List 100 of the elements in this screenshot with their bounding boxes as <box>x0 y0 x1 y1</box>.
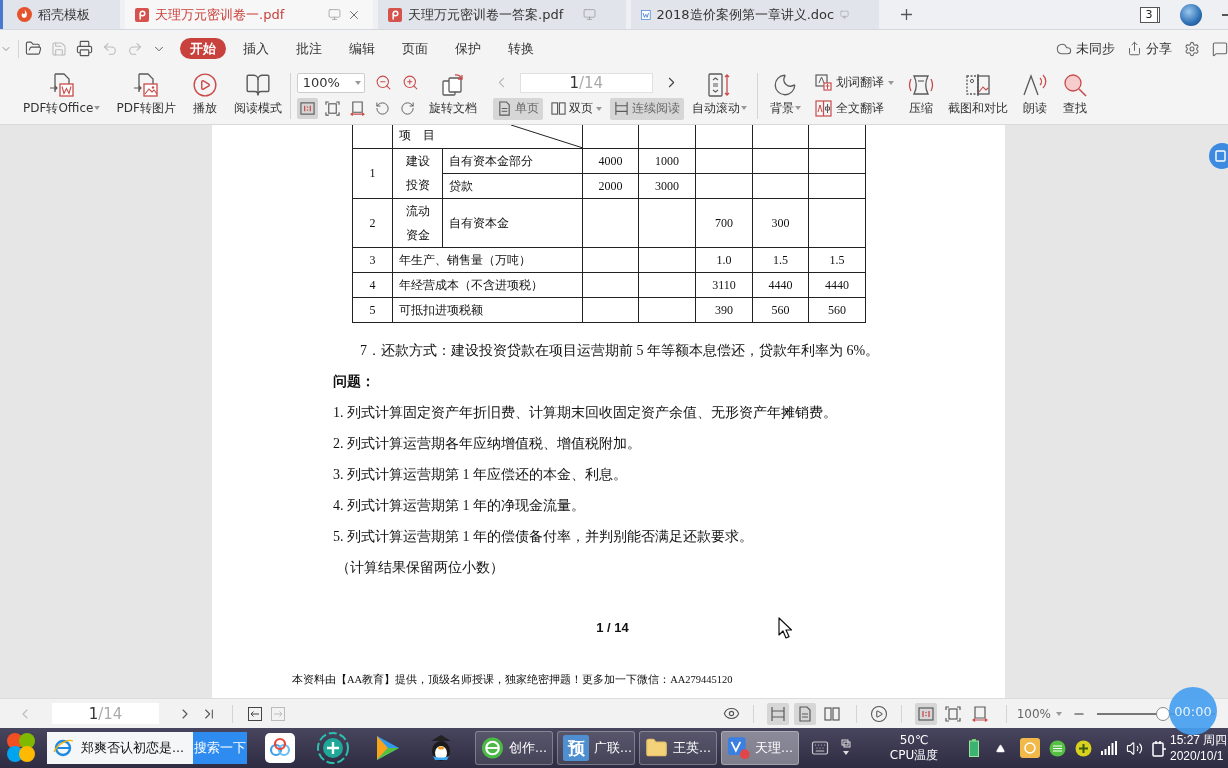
side-panel-icon[interactable] <box>1208 142 1228 170</box>
taskbar-button[interactable]: 天理... <box>721 731 799 765</box>
table-cell: 可抵扣进项税额 <box>392 297 583 322</box>
ring-plus-icon[interactable] <box>317 732 349 764</box>
page-field[interactable]: 1/14 <box>519 72 653 93</box>
toolbar-button[interactable]: 阅读模式 <box>231 69 284 122</box>
rings-app-icon[interactable] <box>265 733 295 763</box>
toolbar-button[interactable]: 自动滚动 <box>689 69 749 122</box>
sync-button[interactable]: 未同步 <box>1056 39 1115 58</box>
toolbar-button[interactable]: 背景 <box>767 69 803 122</box>
layout-button[interactable] <box>793 702 816 725</box>
battery-icon[interactable] <box>969 739 979 757</box>
toolbar-button[interactable]: 压缩 <box>905 69 936 122</box>
toolbar-button[interactable]: 旋转文档 <box>426 69 479 122</box>
back-icon[interactable] <box>248 706 262 721</box>
menu-tab[interactable]: 保护 <box>445 38 491 59</box>
taskbar-button[interactable]: 预 广联... <box>557 731 635 765</box>
caret-icon <box>794 106 801 110</box>
page-field[interactable]: 1/14 <box>52 703 159 724</box>
question-text: 4. 列式计算运营期第 1 年的净现金流量。 <box>333 496 585 515</box>
layout-button[interactable]: 单页 <box>492 97 543 120</box>
tab[interactable]: 天理万元密训卷一.pdf <box>125 0 373 29</box>
taskbar-button[interactable]: 王英... <box>639 731 717 765</box>
table-cell: 2000 <box>582 173 639 198</box>
toolbar-button[interactable]: PDF转Office <box>21 69 103 122</box>
table-cell: 1.0 <box>695 247 753 272</box>
tab[interactable]: 稻壳模板 <box>0 0 120 29</box>
image-convert-icon <box>133 71 160 98</box>
table-cell: 流动资金 <box>392 198 443 247</box>
document-icon <box>641 7 651 22</box>
table-cell: 自有资本金部分 <box>442 148 583 173</box>
menu-tab[interactable]: 开始 <box>180 38 226 59</box>
table-cell: 建设投资 <box>392 148 443 198</box>
share-icon[interactable] <box>1127 41 1142 56</box>
menu-tab[interactable]: 批注 <box>286 38 332 59</box>
play-icon <box>191 71 218 98</box>
menu-tab[interactable]: 插入 <box>233 38 279 59</box>
toolbar-button[interactable]: 朗读 <box>1019 69 1050 122</box>
table-cell: 1.5 <box>808 247 866 272</box>
print-icon[interactable] <box>76 40 93 57</box>
translate-button[interactable]: 全文翻译 <box>814 97 894 120</box>
window-switch-icon[interactable] <box>841 739 851 757</box>
view-tool-button[interactable] <box>296 98 318 119</box>
avatar-icon[interactable] <box>1180 3 1202 26</box>
open-folder-icon[interactable] <box>25 40 42 57</box>
message-icon[interactable] <box>1212 40 1228 57</box>
plus-circle-icon[interactable] <box>1075 739 1092 757</box>
search-field[interactable]: 郑爽否认初恋是... <box>47 732 193 764</box>
play-icon[interactable] <box>869 704 888 723</box>
zoom-field[interactable]: 100% <box>296 72 365 93</box>
caret-icon <box>595 106 602 111</box>
caret-icon <box>94 106 101 110</box>
keyboard-icon[interactable] <box>811 739 829 757</box>
toolbar-button[interactable]: 查找 <box>1059 69 1090 122</box>
table-cell: 3000 <box>638 173 696 198</box>
minimize-icon[interactable] <box>1222 13 1228 16</box>
cpu-temperature: 50℃ CPU温度 <box>888 733 940 763</box>
window-count[interactable]: 3 <box>1140 6 1160 23</box>
table-cell: 5 <box>352 297 393 322</box>
taskbar-button[interactable]: 创作... <box>475 731 553 765</box>
signal-icon[interactable] <box>1101 741 1117 755</box>
actual-size-icon <box>917 705 934 722</box>
eye-icon[interactable] <box>722 705 740 722</box>
table-cell: 300 <box>752 198 809 247</box>
app-logo-icon <box>481 736 505 760</box>
menu-tab[interactable]: 页面 <box>392 38 438 59</box>
app-tile-icon: 预 <box>563 735 589 761</box>
tab[interactable]: 天理万元密训卷一答案.pdf <box>378 0 626 29</box>
slider-thumb[interactable] <box>1156 706 1171 721</box>
menu-tab[interactable]: 转换 <box>498 38 544 59</box>
table-cell: 自有资本金 <box>442 198 583 247</box>
up-arrow-icon[interactable] <box>996 743 1005 753</box>
translate-button[interactable]: 划词翻译 <box>814 71 894 94</box>
menu-tab[interactable]: 编辑 <box>339 38 385 59</box>
translate-icon <box>814 74 832 91</box>
table-cell: 4 <box>352 272 393 297</box>
rotate-pages-icon <box>439 71 466 98</box>
zoom-dropdown[interactable]: 100% <box>1016 706 1062 721</box>
tab[interactable]: 2018造价案例第一章讲义.doc <box>631 0 879 29</box>
fit-width-icon <box>349 101 365 116</box>
translate-icon <box>814 100 832 117</box>
layout-button[interactable]: 双页 <box>546 97 606 120</box>
toolbar-button[interactable]: PDF转图片 <box>114 69 178 122</box>
layout-button[interactable]: 连续阅读 <box>609 97 684 120</box>
view-tool-button[interactable] <box>914 702 937 725</box>
layout-button[interactable] <box>766 702 789 725</box>
toolbar-button[interactable]: 截图和对比 <box>945 69 1010 122</box>
volume-icon[interactable] <box>1126 739 1143 757</box>
toolbar-button[interactable]: 播放 <box>189 69 220 122</box>
share-button[interactable]: 分享 <box>1127 39 1172 58</box>
zoom-out-icon[interactable] <box>374 74 392 91</box>
zoom-in-icon[interactable] <box>401 74 419 91</box>
fit-page-icon <box>944 705 961 722</box>
settings-icon[interactable] <box>1184 40 1200 57</box>
tray-app-icon[interactable] <box>1049 739 1066 757</box>
table-cell: 2 <box>352 198 393 247</box>
plus-icon[interactable] <box>898 6 915 23</box>
table-cell: 4440 <box>808 272 866 297</box>
clock[interactable]: 15:27 周四 2020/10/1 <box>1170 732 1228 764</box>
power-plug-icon[interactable] <box>1152 739 1167 757</box>
